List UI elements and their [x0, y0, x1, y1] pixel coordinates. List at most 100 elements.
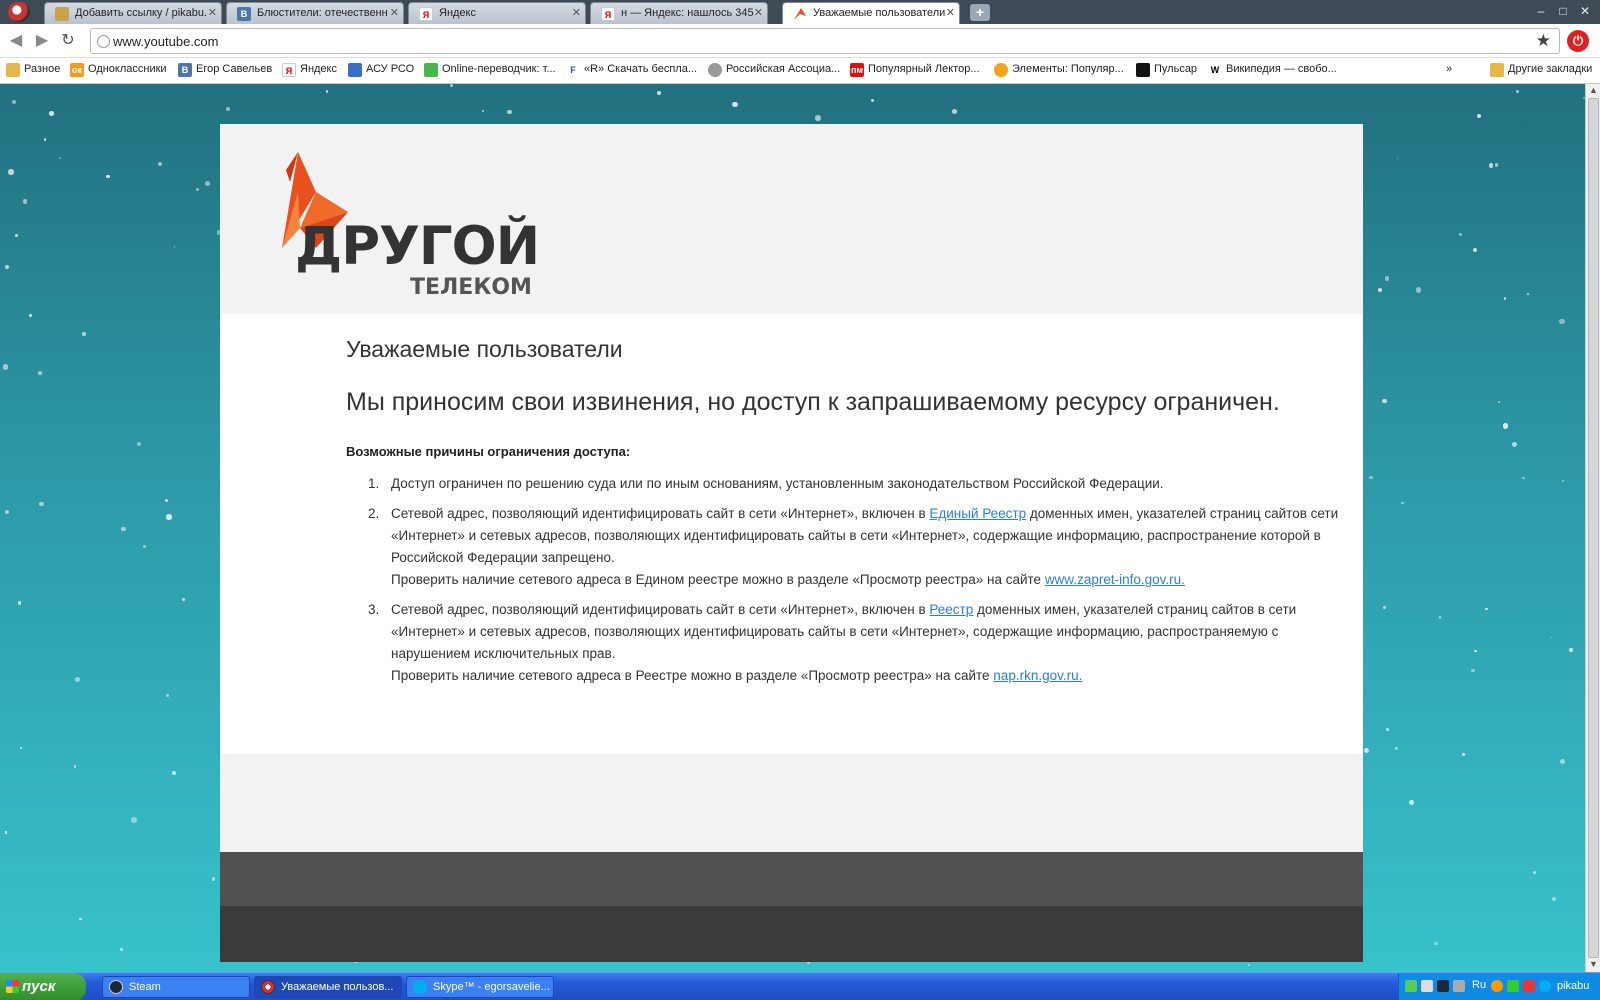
tab-active-blocked[interactable]: Уважаемые пользователи ✕ — [782, 2, 960, 24]
taskbar-item-browser[interactable]: Уважаемые пользов... — [254, 976, 402, 998]
bookmark-star-icon[interactable]: ★ — [1536, 31, 1551, 51]
browser-menu-icon[interactable] — [8, 2, 30, 22]
snowflake — [20, 746, 23, 749]
signal-icon[interactable] — [1421, 980, 1433, 992]
snowflake — [173, 246, 176, 249]
close-icon[interactable]: ✕ — [390, 6, 399, 19]
snowflake — [1473, 247, 1478, 253]
taskbar-item-steam[interactable]: Steam — [102, 976, 250, 998]
minimize-button[interactable]: – — [1532, 2, 1550, 20]
list-item: 3. Сетевой адрес, позволяющий идентифици… — [346, 599, 1356, 687]
bookmark-folder[interactable]: Разное — [6, 63, 61, 77]
bookmark-item[interactable]: W Википедия — свобо... — [1208, 63, 1337, 77]
bookmarks-overflow-button[interactable]: » — [1446, 63, 1452, 75]
system-tray: Ru pikabu — [1398, 973, 1600, 1000]
vertical-scrollbar[interactable]: ▲ ▼ — [1585, 84, 1600, 972]
snowflake — [121, 526, 126, 531]
zapret-info-link[interactable]: www.zapret-info.gov.ru. — [1045, 572, 1185, 587]
bookmark-item[interactable]: B Егор Савельев — [178, 63, 272, 77]
volume-icon[interactable] — [1453, 980, 1465, 992]
tab-yandex[interactable]: Я Яндекс ✕ — [408, 2, 586, 24]
skype-tray-icon[interactable] — [1539, 980, 1551, 992]
vk-icon: B — [178, 63, 192, 77]
tab-yandex-search[interactable]: Я н — Яндекс: нашлось 345 ✕ — [590, 2, 768, 24]
bookmark-item[interactable]: пм Популярный Лектор... — [850, 63, 980, 77]
snowflake — [1248, 964, 1250, 966]
snowflake — [4, 509, 9, 514]
snowflake — [1522, 476, 1526, 480]
url-text[interactable]: www.youtube.com — [113, 34, 219, 49]
new-tab-button[interactable]: + — [970, 4, 990, 21]
bookmark-label: Одноклассники — [88, 63, 167, 75]
snowflake — [195, 188, 199, 192]
bookmark-item[interactable]: Российская Ассоциа... — [708, 63, 840, 77]
close-icon[interactable]: ✕ — [946, 6, 955, 19]
snowflake — [1503, 297, 1507, 300]
other-bookmarks-folder[interactable]: Другие закладки — [1490, 63, 1593, 77]
registry-link[interactable]: Реестр — [929, 602, 973, 617]
logo-wordmark: ДРУГОЙ — [295, 216, 540, 277]
forward-icon[interactable]: ▶ — [32, 31, 52, 51]
reasons-heading: Возможные причины ограничения доступа: — [346, 444, 631, 459]
vk-icon: B — [237, 7, 251, 21]
close-window-button[interactable]: ✕ — [1576, 2, 1594, 20]
yandex-icon: Я — [601, 7, 615, 21]
close-icon[interactable]: ✕ — [572, 6, 581, 19]
snowflake — [4, 831, 7, 834]
snowflake — [1471, 669, 1475, 673]
bookmark-item[interactable]: Я Яндекс — [282, 63, 337, 77]
steam-tray-icon[interactable] — [1437, 980, 1449, 992]
nap-rkn-link[interactable]: nap.rkn.gov.ru. — [993, 668, 1082, 683]
close-icon[interactable]: ✕ — [754, 6, 763, 19]
bookmark-item[interactable]: Элементы: Популяр... — [994, 63, 1124, 77]
bookmark-item[interactable]: F «R» Скачать бесплa... — [566, 63, 697, 77]
reload-icon[interactable]: ↻ — [58, 31, 78, 51]
bookmark-item[interactable]: Online-переводчик: т... — [424, 63, 556, 77]
address-bar[interactable]: www.youtube.com ★ — [90, 28, 1560, 54]
snowflake — [38, 501, 44, 507]
maximize-button[interactable]: □ — [1554, 2, 1572, 20]
bookmark-label: Разное — [24, 63, 61, 75]
start-button[interactable]: пуск — [0, 973, 86, 1000]
snowflake — [182, 598, 186, 602]
snowflake — [38, 371, 42, 376]
snowflake — [23, 199, 28, 204]
bookmark-item[interactable]: Пульсар — [1136, 63, 1197, 77]
snowflake — [74, 676, 80, 682]
page-viewport: ДРУГОЙ ТЕЛЕКОМ Уважаемые пользователи Мы… — [0, 84, 1585, 972]
windows-flag-icon — [6, 980, 19, 993]
snowflake — [106, 174, 110, 179]
snowflake — [119, 947, 123, 952]
bookmark-item[interactable]: ок Одноклассники — [70, 63, 167, 77]
antivirus-icon[interactable] — [1507, 980, 1519, 992]
snowflake — [1502, 423, 1508, 429]
snowflake — [1382, 605, 1386, 609]
pm-icon: пм — [850, 63, 864, 77]
snowflake — [325, 90, 329, 93]
network-icon[interactable] — [1405, 980, 1417, 992]
yandex-icon: Я — [419, 7, 433, 21]
snowflake — [79, 917, 82, 921]
language-indicator[interactable]: Ru — [1472, 979, 1486, 991]
browser-icon — [261, 980, 275, 994]
scroll-down-icon[interactable]: ▼ — [1588, 959, 1599, 970]
snowflake — [1559, 319, 1565, 325]
tab-pikabu[interactable]: Добавить ссылку / pikabu. ✕ — [44, 2, 222, 24]
unified-registry-link[interactable]: Единый Реестр — [929, 506, 1026, 521]
update-icon[interactable] — [1491, 980, 1503, 992]
snowflake — [4, 264, 9, 270]
app-tray-icon[interactable] — [1523, 980, 1535, 992]
bookmark-label: Другие закладки — [1508, 63, 1593, 75]
logo-subtitle: ТЕЛЕКОМ — [410, 275, 532, 300]
snowflake — [2, 364, 9, 370]
tab-vk[interactable]: B Блюстители: отечественн ✕ — [226, 2, 404, 24]
scroll-thumb[interactable] — [1588, 98, 1599, 958]
snowflake — [1396, 157, 1399, 160]
task-label: Steam — [129, 981, 161, 993]
scroll-up-icon[interactable]: ▲ — [1588, 85, 1599, 96]
taskbar-item-skype[interactable]: Skype™ - egorsavelie... — [406, 976, 554, 998]
bookmark-item[interactable]: АСУ РСО — [348, 63, 414, 77]
close-icon[interactable]: ✕ — [208, 6, 217, 19]
back-icon[interactable]: ◀ — [6, 31, 26, 51]
stop-icon[interactable]: ⏻ — [1567, 30, 1589, 52]
